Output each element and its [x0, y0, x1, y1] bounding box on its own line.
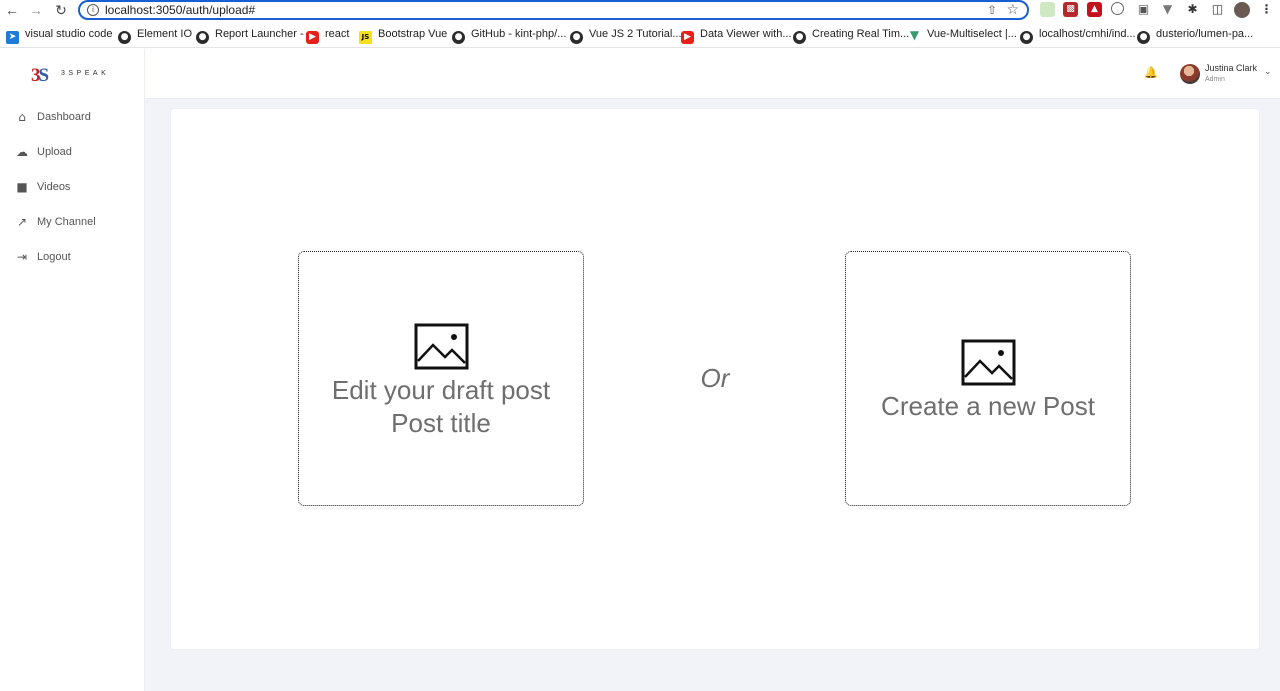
github-icon: ●	[570, 31, 583, 44]
edit-draft-post-button[interactable]: Edit your draft post Post title	[298, 251, 584, 506]
forward-arrow-icon[interactable]: →	[27, 1, 45, 19]
sidebar-item-videos[interactable]: ■ Videos	[15, 179, 135, 197]
youtube-icon: ▶	[306, 31, 319, 44]
bookmark-item[interactable]: ● Creating Real Tim...	[793, 27, 909, 44]
app-header: 🔔 Justina Clark Admin ⌄	[145, 49, 1280, 99]
sidebar-item-label: Upload	[37, 146, 72, 158]
bell-icon[interactable]: 🔔	[1144, 66, 1158, 80]
profile-avatar[interactable]	[1234, 2, 1250, 18]
bookmarks-bar: ➤ visual studio code ● Element IO ● Report …	[0, 20, 1280, 48]
image-icon	[414, 323, 469, 370]
home-icon: ⌂	[18, 110, 26, 124]
sidebar-item-label: Videos	[37, 181, 71, 193]
bookmark-item[interactable]: ● dusterio/lumen-pa...	[1137, 27, 1253, 44]
create-new-post-label: Create a new Post	[881, 391, 1095, 421]
github-icon: ●	[196, 31, 209, 44]
bookmark-item[interactable]: ▶ Data Viewer with...	[681, 27, 792, 44]
github-icon: ●	[118, 31, 131, 44]
image-icon	[961, 339, 1016, 386]
sidebar-item-upload[interactable]: ☁ Upload	[15, 144, 135, 162]
github-icon: ●	[1137, 31, 1150, 44]
external-link-icon: ↗	[16, 215, 28, 229]
js-icon: JS	[359, 31, 372, 44]
sidebar-item-logout[interactable]: ⇥ Logout	[15, 249, 135, 267]
logo-mark: 3S	[31, 65, 49, 86]
sidebar: 3S 3SPEAK ⌂ Dashboard ☁ Upload ■ Videos …	[0, 49, 145, 691]
bookmark-item[interactable]: ➤ visual studio code	[6, 27, 112, 44]
extension-icon[interactable]: ▩	[1063, 2, 1078, 17]
sidebar-item-label: My Channel	[37, 216, 96, 228]
pdf-extension-icon[interactable]: ▲	[1087, 2, 1102, 17]
browser-toolbar: ← → ↻ i localhost:3050/auth/upload# ⇧ ☆ …	[0, 0, 1280, 20]
bookmark-item[interactable]: JS Bootstrap Vue	[359, 27, 447, 44]
github-icon: ●	[452, 31, 465, 44]
user-role: Admin	[1205, 76, 1225, 83]
bookmark-item[interactable]: ▶ react	[306, 27, 349, 44]
or-separator: Or	[700, 363, 730, 393]
sidebar-item-label: Dashboard	[37, 111, 91, 123]
address-bar[interactable]: i localhost:3050/auth/upload# ⇧ ☆	[78, 0, 1029, 20]
side-panel-icon[interactable]: ◫	[1210, 2, 1225, 17]
github-icon: ●	[793, 31, 806, 44]
logo-wordmark: 3SPEAK	[61, 70, 110, 77]
vue-devtools-icon[interactable]: ▼	[1160, 2, 1175, 17]
logout-icon: ⇥	[16, 250, 28, 264]
bookmark-star-icon[interactable]: ☆	[1006, 2, 1019, 18]
bookmark-item[interactable]: ▼ Vue-Multiselect |...	[908, 27, 1017, 42]
site-info-icon[interactable]: i	[87, 4, 99, 16]
bookmark-item[interactable]: ● Vue JS 2 Tutorial...	[570, 27, 682, 44]
create-new-post-button[interactable]: Create a new Post	[845, 251, 1131, 506]
bookmark-item[interactable]: ● Element IO	[118, 27, 192, 44]
cloud-upload-icon: ☁	[16, 145, 28, 159]
bookmark-item[interactable]: ● localhost/cmhi/ind...	[1020, 27, 1136, 44]
youtube-icon: ▶	[681, 31, 694, 44]
sidebar-item-my-channel[interactable]: ↗ My Channel	[15, 214, 135, 232]
sidebar-item-dashboard[interactable]: ⌂ Dashboard	[15, 109, 135, 127]
back-arrow-icon[interactable]: ←	[3, 1, 21, 19]
user-name[interactable]: Justina Clark	[1205, 63, 1257, 73]
vscode-icon: ➤	[6, 31, 19, 44]
edit-draft-label: Edit your draft post	[331, 375, 551, 405]
share-icon[interactable]: ⇧	[987, 3, 997, 17]
extension-icon[interactable]	[1111, 2, 1124, 15]
reload-icon[interactable]: ↻	[52, 1, 70, 19]
video-icon: ■	[16, 180, 28, 194]
bookmark-item[interactable]: ● Report Launcher -	[196, 27, 304, 44]
bookmark-item[interactable]: ● GitHub - kint-php/...	[452, 27, 566, 44]
address-url[interactable]: localhost:3050/auth/upload#	[105, 3, 255, 18]
draft-post-title: Post title	[391, 408, 491, 438]
browser-menu-icon[interactable]: ⋮	[1259, 2, 1274, 17]
vue-icon: ▼	[909, 28, 920, 42]
github-icon: ●	[1020, 31, 1033, 44]
sidebar-item-label: Logout	[37, 251, 71, 263]
extension-icon[interactable]	[1040, 2, 1055, 17]
avatar[interactable]	[1180, 64, 1200, 84]
chevron-down-icon[interactable]: ⌄	[1264, 67, 1272, 77]
screenshot-extension-icon[interactable]: ▣	[1136, 2, 1151, 17]
extensions-puzzle-icon[interactable]: ✱	[1185, 2, 1200, 17]
